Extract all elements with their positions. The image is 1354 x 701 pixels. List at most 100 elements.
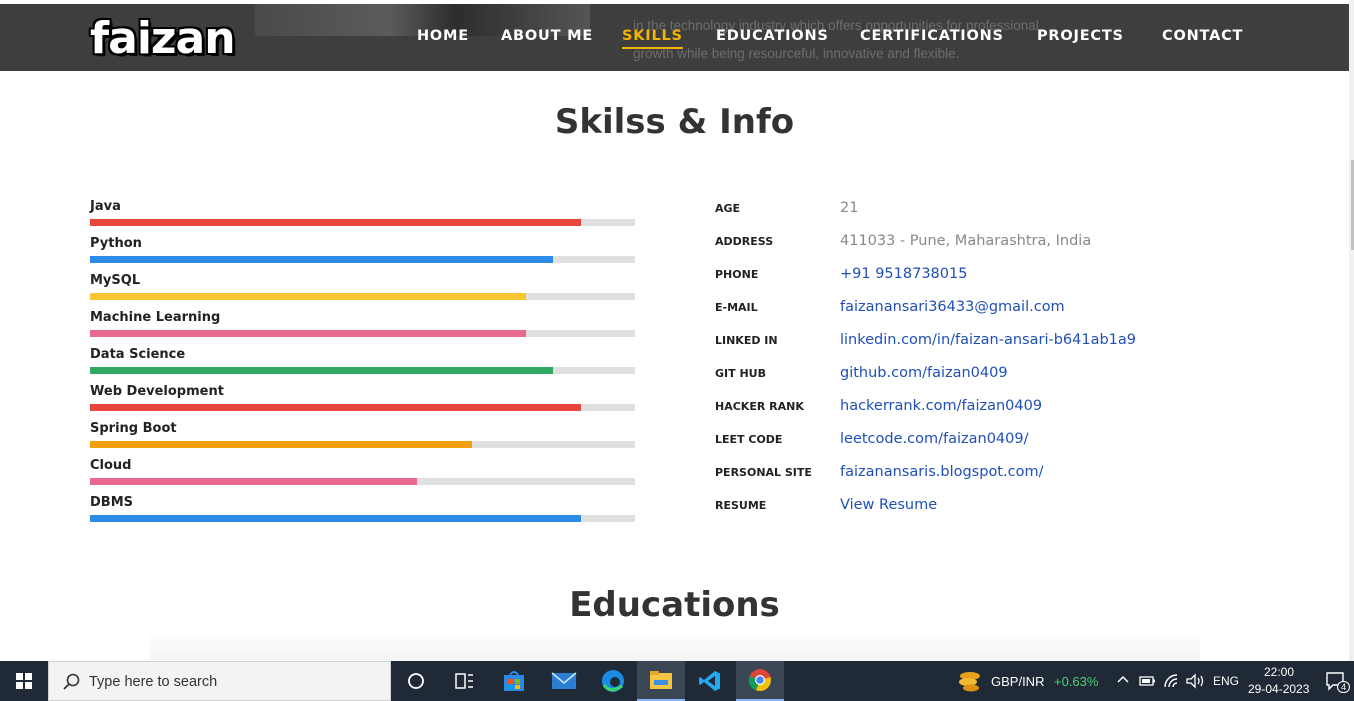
info-row: RESUME View Resume [715,496,1315,529]
info-label: ADDRESS [715,235,774,248]
currency-pair[interactable]: GBP/INR [991,674,1044,689]
language-indicator[interactable]: ENG [1213,674,1239,688]
stocks-widget-icon[interactable] [957,669,983,693]
info-label: HACKER RANK [715,400,804,413]
search-placeholder: Type here to search [89,674,218,690]
info-row: PHONE +91 9518738015 [715,265,1315,298]
wifi-icon[interactable] [1163,673,1181,689]
skill-progress-track [90,404,635,411]
main-nav: HOME ABOUT ME SKILLS EDUCATIONS CERTIFIC… [0,28,1354,58]
skill-progress-track [90,330,635,337]
skill-item: Machine Learning [90,310,635,347]
windows-taskbar: Type here to search GBP/INR +0.63% ENG 2… [0,661,1354,701]
info-list: AGE 21 ADDRESS 411033 - Pune, Maharashtra, … [715,199,1315,529]
skill-progress-track [90,256,635,263]
info-label: LINKED IN [715,334,778,347]
windows-logo-icon [16,673,32,689]
info-value: 21 [840,200,859,216]
cortana-icon [408,673,424,689]
info-label: PERSONAL SITE [715,466,812,479]
info-label: PHONE [715,268,759,281]
skill-progress-track [90,367,635,374]
skill-progress-fill [90,330,526,337]
file-explorer-icon [650,671,672,689]
skill-item: Data Science [90,347,635,384]
info-label: AGE [715,202,741,215]
nav-about-me[interactable]: ABOUT ME [501,28,593,44]
store-icon [504,671,524,691]
info-value: 411033 - Pune, Maharashtra, India [840,233,1092,249]
info-row: HACKER RANK hackerrank.com/faizan0409 [715,397,1315,430]
info-link[interactable]: faizanansaris.blogspot.com/ [840,464,1043,480]
skill-name: Spring Boot [90,421,177,436]
info-label: E-MAIL [715,301,758,314]
nav-contact[interactable]: CONTACT [1162,28,1243,44]
info-label: RESUME [715,499,767,512]
skill-name: Cloud [90,458,132,473]
store-button[interactable] [490,661,538,701]
info-label: GIT HUB [715,367,766,380]
info-link[interactable]: leetcode.com/faizan0409/ [840,431,1028,447]
mail-icon [551,672,577,689]
skill-item: MySQL [90,273,635,310]
vscode-button[interactable] [686,661,734,701]
info-link[interactable]: linkedin.com/in/faizan-ansari-b641ab1a9 [840,332,1136,348]
nav-educations[interactable]: EDUCATIONS [716,28,829,44]
skill-item: Web Development [90,384,635,421]
vscode-icon [699,671,720,691]
search-icon [63,673,80,690]
taskbar-search-box[interactable]: Type here to search [48,661,391,701]
page-scrollbar[interactable] [1349,0,1354,661]
skill-item: Spring Boot [90,421,635,458]
skill-progress-track [90,478,635,485]
nav-skills[interactable]: SKILLS [622,28,683,49]
info-link[interactable]: faizanansari36433@gmail.com [840,299,1065,315]
info-link[interactable]: hackerrank.com/faizan0409 [840,398,1042,414]
currency-change: +0.63% [1054,674,1099,689]
browser-viewport: in the technology industry which offers … [0,0,1354,661]
start-button[interactable] [0,661,48,701]
info-link[interactable]: View Resume [840,497,937,513]
task-view-button[interactable] [440,661,488,701]
skill-item: DBMS [90,495,635,532]
info-row: ADDRESS 411033 - Pune, Maharashtra, India [715,232,1315,265]
info-link[interactable]: +91 9518738015 [840,266,967,282]
skill-progress-fill [90,219,581,226]
skill-item: Python [90,236,635,273]
skill-name: Web Development [90,384,224,399]
skill-name: Java [90,199,121,214]
skill-item: Cloud [90,458,635,495]
nav-home[interactable]: HOME [417,28,469,44]
chrome-button[interactable] [736,661,784,701]
info-link[interactable]: github.com/faizan0409 [840,365,1008,381]
nav-certifications[interactable]: CERTIFICATIONS [860,28,1004,44]
educations-section-title: Educations [569,585,780,625]
clock-time[interactable]: 22:00 [1264,665,1294,679]
notification-count-badge: 4 [1337,681,1351,693]
site-header: in the technology industry which offers … [0,0,1349,71]
info-row: AGE 21 [715,199,1315,232]
skill-name: MySQL [90,273,141,288]
skill-name: Data Science [90,347,186,362]
skill-item: Java [90,199,635,236]
volume-icon[interactable] [1185,673,1205,689]
edge-button[interactable] [589,661,637,701]
nav-projects[interactable]: PROJECTS [1037,28,1124,44]
info-row: LEET CODE leetcode.com/faizan0409/ [715,430,1315,463]
clock-date[interactable]: 29-04-2023 [1248,682,1309,696]
skill-name: Python [90,236,142,251]
skill-progress-fill [90,441,472,448]
skill-progress-fill [90,478,417,485]
info-row: LINKED IN linkedin.com/in/faizan-ansari-b… [715,331,1315,364]
skill-progress-track [90,293,635,300]
file-explorer-button[interactable] [637,661,685,701]
skill-progress-track [90,219,635,226]
battery-icon[interactable] [1139,674,1157,688]
skill-progress-fill [90,293,526,300]
chevron-up-icon[interactable] [1117,674,1129,686]
mail-button[interactable] [540,661,588,701]
info-row: E-MAIL faizanansari36433@gmail.com [715,298,1315,331]
education-cards-top [150,630,1200,661]
cortana-button[interactable] [392,661,440,701]
skill-progress-fill [90,256,554,263]
